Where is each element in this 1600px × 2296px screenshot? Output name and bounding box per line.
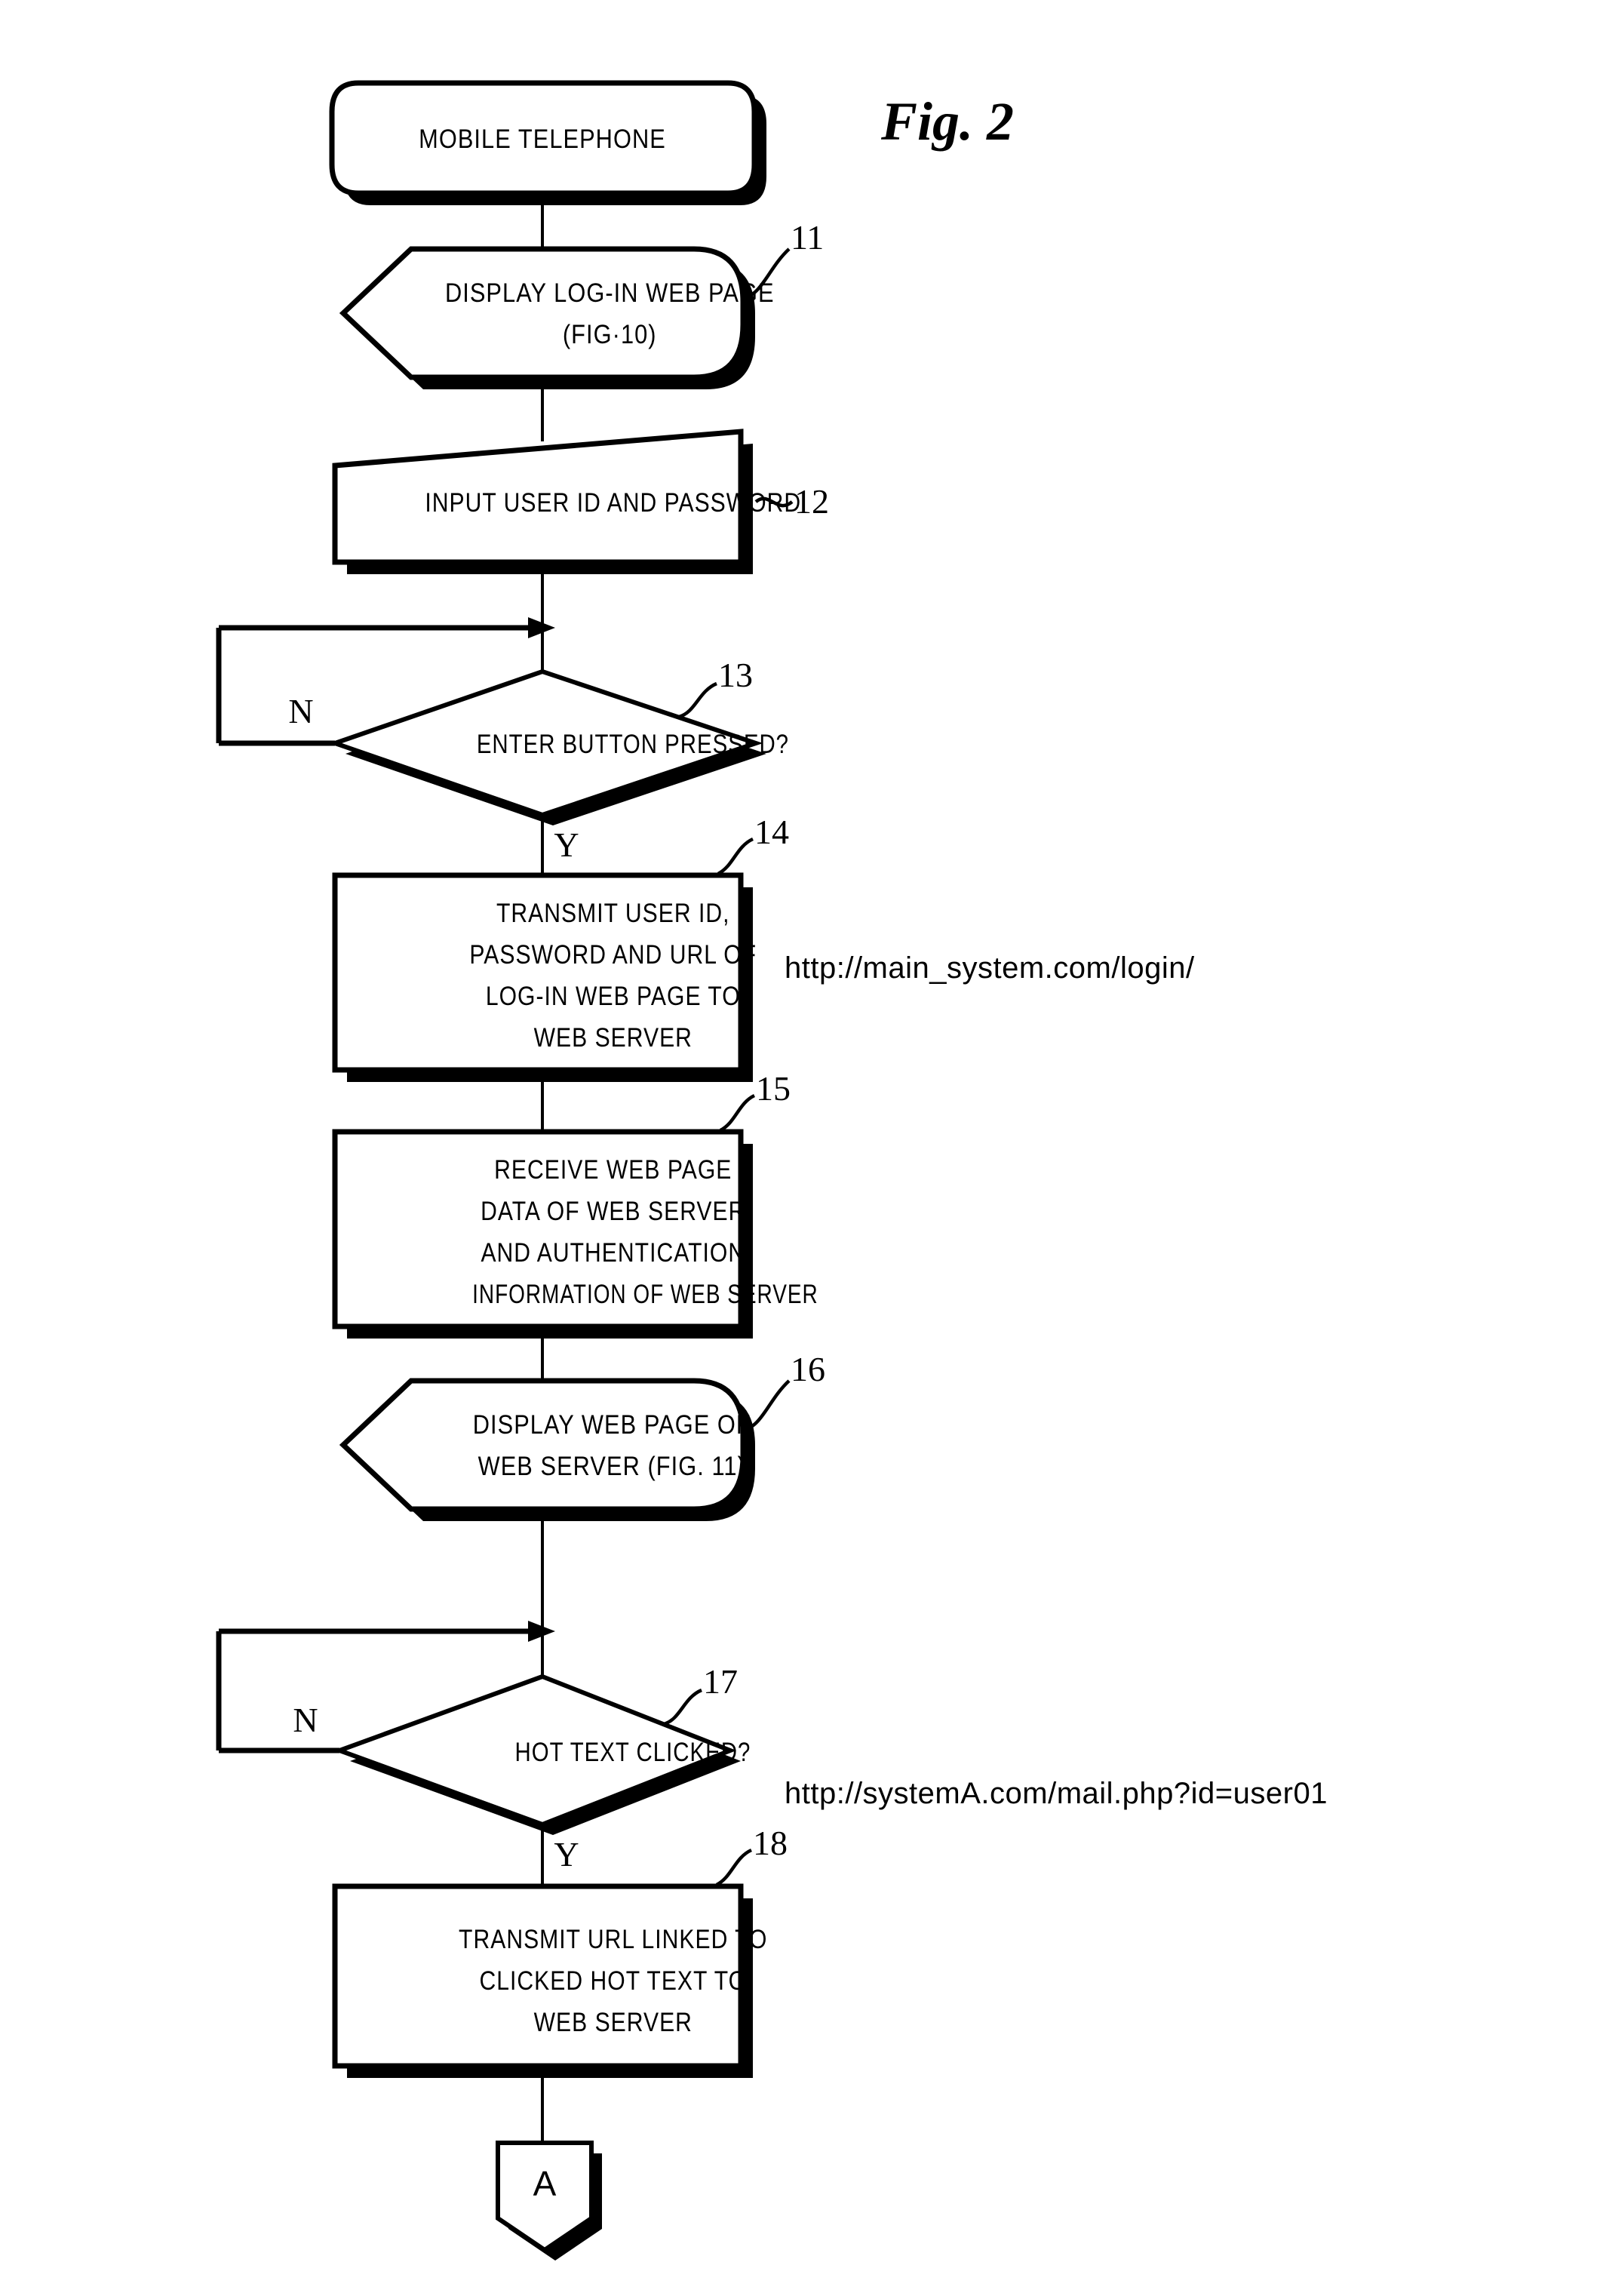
flowchart-svg: Fig. 2 MOBILE TELEPHONE DISPLAY LOG-IN W… [216,80,1328,2261]
step-11-display: DISPLAY LOG-IN WEB PAGE (FIG·10) 11 [339,218,824,389]
step-16-display: DISPLAY WEB PAGE OF WEB SERVER (FIG. 11)… [339,1350,825,1521]
url-login-annotation: http://main_system.com/login/ [785,951,1195,985]
url-mail-annotation: http://systemA.com/mail.php?id=user01 [785,1777,1328,1810]
step-17-line-0: HOT TEXT CLICKED? [515,1738,751,1767]
step-16-line-0: DISPLAY WEB PAGE OF [473,1409,751,1439]
step-18-line-0: TRANSMIT URL LINKED TO [459,1924,767,1954]
step-15-line-3: INFORMATION OF WEB SERVER [472,1279,818,1309]
step-16-fill [343,1381,743,1509]
step-12-manual-input: INPUT USER ID AND PASSWORD 12 [332,429,829,574]
step-13-no-label: N [288,692,313,730]
step-14-leader [717,837,754,876]
step-11-ref: 11 [791,218,824,257]
step-17-decision: HOT TEXT CLICKED? N Y 17 [293,1662,751,1873]
step-15-process: RECEIVE WEB PAGE DATA OF WEB SERVER AND … [332,1069,818,1339]
step-13-ref: 13 [718,656,753,694]
step-15-leader [719,1093,756,1133]
step-17-yes-label: Y [554,1835,579,1873]
step-14-line-0: TRANSMIT USER ID, [496,898,730,928]
step-13-line-0: ENTER BUTTON PRESSED? [477,730,789,759]
step-14-line-3: WEB SERVER [534,1022,693,1053]
step-14-ref: 14 [754,813,789,851]
step-11-line-0: DISPLAY LOG-IN WEB PAGE [445,278,775,307]
step-17-ref: 17 [703,1662,738,1701]
step-18-line-2: WEB SERVER [534,2007,693,2037]
step-13-yes-label: Y [554,825,579,864]
step-15-line-1: DATA OF WEB SERVER [481,1196,745,1226]
step-15-line-0: RECEIVE WEB PAGE [494,1154,732,1185]
step-14-process: TRANSMIT USER ID, PASSWORD AND URL OF LO… [332,813,1195,1082]
terminal-mobile-telephone: MOBILE TELEPHONE [329,80,766,205]
terminal-label: MOBILE TELEPHONE [419,124,666,153]
step-16-line-1: WEB SERVER (FIG. 11) [478,1451,746,1480]
step-13-leader [678,681,717,719]
offpage-connector-a: A [496,2141,602,2261]
step-15-line-2: AND AUTHENTICATION [481,1237,745,1268]
step-18-line-1: CLICKED HOT TEXT TO [479,1966,747,1996]
step-15-ref: 15 [756,1069,791,1108]
patent-figure: Fig. 2 MOBILE TELEPHONE DISPLAY LOG-IN W… [0,0,1600,2296]
figure-label: Fig. 2 [880,91,1014,152]
step-11-fill [343,249,743,377]
step-14-line-2: LOG-IN WEB PAGE TO [486,981,741,1011]
step-18-ref: 18 [753,1824,788,1862]
step-12-line-0: INPUT USER ID AND PASSWORD [425,487,801,518]
step-12-ref: 12 [794,482,829,521]
step-16-ref: 16 [791,1350,825,1388]
step-18-leader [715,1848,753,1887]
step-11-line-1: (FIG·10) [563,319,657,349]
step-13-decision: ENTER BUTTON PRESSED? N Y 13 [288,656,789,864]
step-17-no-label: N [293,1701,318,1739]
step-14-line-1: PASSWORD AND URL OF [469,939,757,970]
step-17-leader [663,1688,703,1726]
connector-a-label: A [533,2164,557,2203]
